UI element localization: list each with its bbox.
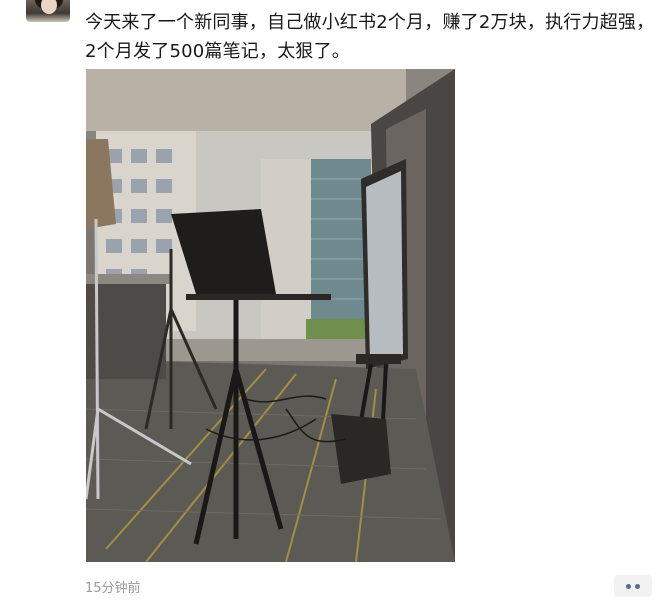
post-timestamp: 15分钟前 — [85, 581, 141, 596]
more-options-button[interactable] — [614, 575, 652, 597]
more-options-icon-dot — [635, 583, 640, 589]
avatar[interactable] — [26, 0, 70, 22]
post-photo[interactable] — [86, 69, 455, 562]
post-text: 今天来了一个新同事，自己做小红书2个月，赚了2万块，执行力超强，2个月发了500… — [85, 12, 655, 62]
avatar-face — [41, 0, 57, 14]
more-options-icon — [626, 583, 631, 589]
